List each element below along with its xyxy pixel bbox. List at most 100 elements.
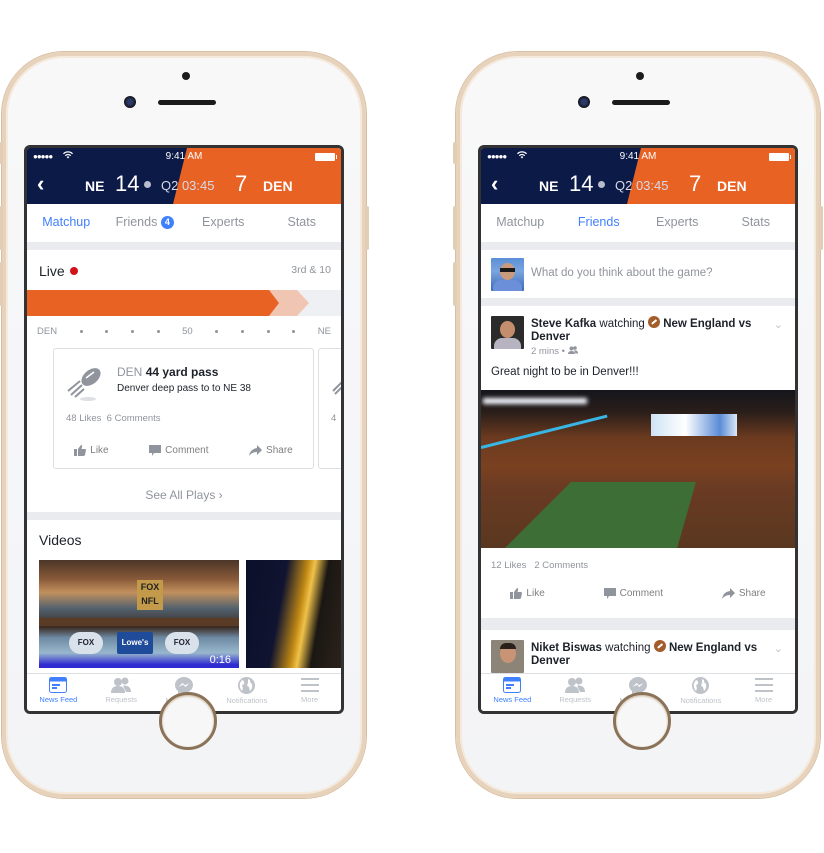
comment-input[interactable]: What do you think about the game?	[531, 267, 713, 279]
likes-count[interactable]: 48 Likes	[66, 413, 101, 424]
likes-count: 4	[331, 413, 337, 424]
activity-verb: watching	[605, 642, 651, 654]
comments-count[interactable]: 6 Comments	[107, 413, 161, 424]
tab-label: Experts	[656, 215, 699, 229]
tab-label: Stats	[287, 215, 317, 229]
yard-tick	[266, 329, 270, 333]
tabbar-notifications[interactable]: Notifications	[215, 674, 278, 711]
tabbar-requests[interactable]: Requests	[90, 674, 153, 711]
yard-tick	[156, 329, 160, 333]
friends-privacy-icon	[567, 346, 578, 354]
down-and-distance: 3rd & 10	[291, 264, 331, 276]
earpiece-speaker	[612, 100, 670, 105]
friend-requests-icon	[565, 677, 586, 693]
post-composer[interactable]: What do you think about the game?	[481, 250, 795, 298]
author-avatar[interactable]	[491, 640, 524, 673]
tabbar-more[interactable]: More	[732, 674, 795, 711]
friends-count-badge: 4	[160, 216, 174, 229]
home-button[interactable]	[159, 692, 217, 750]
tabbar-label: Requests	[105, 695, 138, 704]
yard-tick	[292, 329, 296, 333]
tabbar-news-feed[interactable]: News Feed	[27, 674, 90, 711]
tabbar-notifications[interactable]: Notifications	[669, 674, 732, 711]
football-emoji-icon	[648, 316, 661, 328]
tab-friends[interactable]: Friends	[560, 204, 639, 242]
post-header: Niket Biswas watching New England vs Den…	[531, 640, 761, 668]
news-feed-icon	[503, 677, 522, 693]
play-title: DEN 44 yard pass	[117, 365, 218, 379]
game-tabs: Matchup Friends Experts Stats	[481, 204, 795, 250]
video-thumbnail[interactable]	[246, 560, 341, 668]
tabbar-requests[interactable]: Requests	[544, 674, 607, 711]
volume-up-button	[0, 206, 3, 250]
home-button[interactable]	[613, 692, 671, 750]
yard-tick	[105, 329, 109, 333]
tabbar-label: More	[301, 695, 319, 704]
post-options-chevron-icon[interactable]: ⌄	[774, 642, 783, 655]
author-name[interactable]: Niket Biswas	[531, 642, 602, 654]
fox-nfl-logo: FOX NFL	[137, 580, 163, 610]
home-team-name: NE	[539, 178, 559, 194]
see-all-plays-link[interactable]: See All Plays ›	[27, 488, 341, 502]
news-feed-icon	[49, 677, 68, 693]
comments-count[interactable]: 2 Comments	[534, 560, 588, 571]
share-button[interactable]: Share	[249, 445, 293, 456]
iphone-frame-left: ●●●●● 9:41 AM ‹ NE 14 Q2 03:45 7 DEN Mat…	[0, 52, 369, 798]
post-meta: 2 mins •	[531, 346, 578, 357]
yard-tick	[215, 329, 219, 333]
tabbar-news-feed[interactable]: News Feed	[481, 674, 544, 711]
sunglasses	[500, 268, 515, 272]
drive-progress-bar	[27, 290, 341, 316]
section-divider	[481, 298, 795, 306]
comment-button[interactable]: Comment	[603, 588, 663, 599]
likes-count[interactable]: 12 Likes	[491, 560, 526, 571]
post-text: Great night to be in Denver!!!	[491, 366, 639, 378]
status-bar: ●●●●● 9:41 AM	[487, 150, 791, 164]
tab-label: Matchup	[496, 215, 545, 229]
tab-friends[interactable]: Friends 4	[106, 204, 185, 242]
tab-matchup[interactable]: Matchup	[481, 204, 560, 242]
play-card[interactable]: DEN 44 yard pass Denver deep pass to to …	[53, 348, 314, 469]
post-time[interactable]: 2 mins	[531, 346, 559, 357]
play-title-text: 44 yard pass	[145, 365, 219, 379]
post-engagement: 12 Likes 2 Comments	[491, 560, 588, 571]
yard-label-right: NE	[317, 325, 331, 337]
battery-icon	[769, 153, 791, 161]
tabbar-label: Requests	[559, 695, 592, 704]
tabbar-more[interactable]: More	[278, 674, 341, 711]
post-photo-stadium[interactable]	[481, 390, 795, 548]
live-text: Live	[39, 263, 65, 279]
tabbar-label: Notifications	[680, 696, 722, 705]
tab-experts[interactable]: Experts	[184, 204, 263, 242]
share-button[interactable]: Share	[721, 588, 766, 599]
author-name[interactable]: Steve Kafka	[531, 318, 596, 330]
like-button[interactable]: Like	[74, 445, 109, 456]
next-play-card[interactable]: 4	[318, 348, 341, 469]
back-button[interactable]: ‹	[491, 171, 498, 197]
back-button[interactable]: ‹	[37, 171, 44, 197]
play-engagement: 48 Likes 6 Comments	[66, 413, 161, 424]
tab-stats[interactable]: Stats	[263, 204, 342, 242]
tab-stats[interactable]: Stats	[717, 204, 796, 242]
post-options-chevron-icon[interactable]: ⌄	[774, 318, 783, 331]
globe-icon	[692, 677, 710, 694]
video-thumbnail[interactable]: FOX NFL FOX Lowe's FOX 0:16	[39, 560, 239, 668]
menu-icon	[754, 678, 773, 692]
away-team-name: DEN	[717, 178, 747, 194]
author-avatar[interactable]	[491, 316, 524, 349]
comment-button[interactable]: Comment	[149, 445, 209, 456]
avatar-shirt	[494, 338, 521, 349]
iphone-frame-right: ●●●●● 9:41 AM ‹ NE 14 Q2 03:45 7 DEN Mat…	[453, 52, 823, 798]
yard-tick	[130, 329, 134, 333]
football-emoji-icon	[653, 640, 666, 652]
football-field	[501, 482, 696, 548]
tab-experts[interactable]: Experts	[638, 204, 717, 242]
tab-matchup[interactable]: Matchup	[27, 204, 106, 242]
tab-label: Matchup	[42, 215, 91, 229]
proximity-sensor	[182, 72, 190, 80]
yard-line-scale: DEN 50 NE	[37, 324, 331, 338]
like-button[interactable]: Like	[510, 588, 545, 599]
possession-indicator	[144, 181, 151, 188]
share-arrow-icon	[721, 588, 735, 599]
power-button	[365, 206, 369, 250]
